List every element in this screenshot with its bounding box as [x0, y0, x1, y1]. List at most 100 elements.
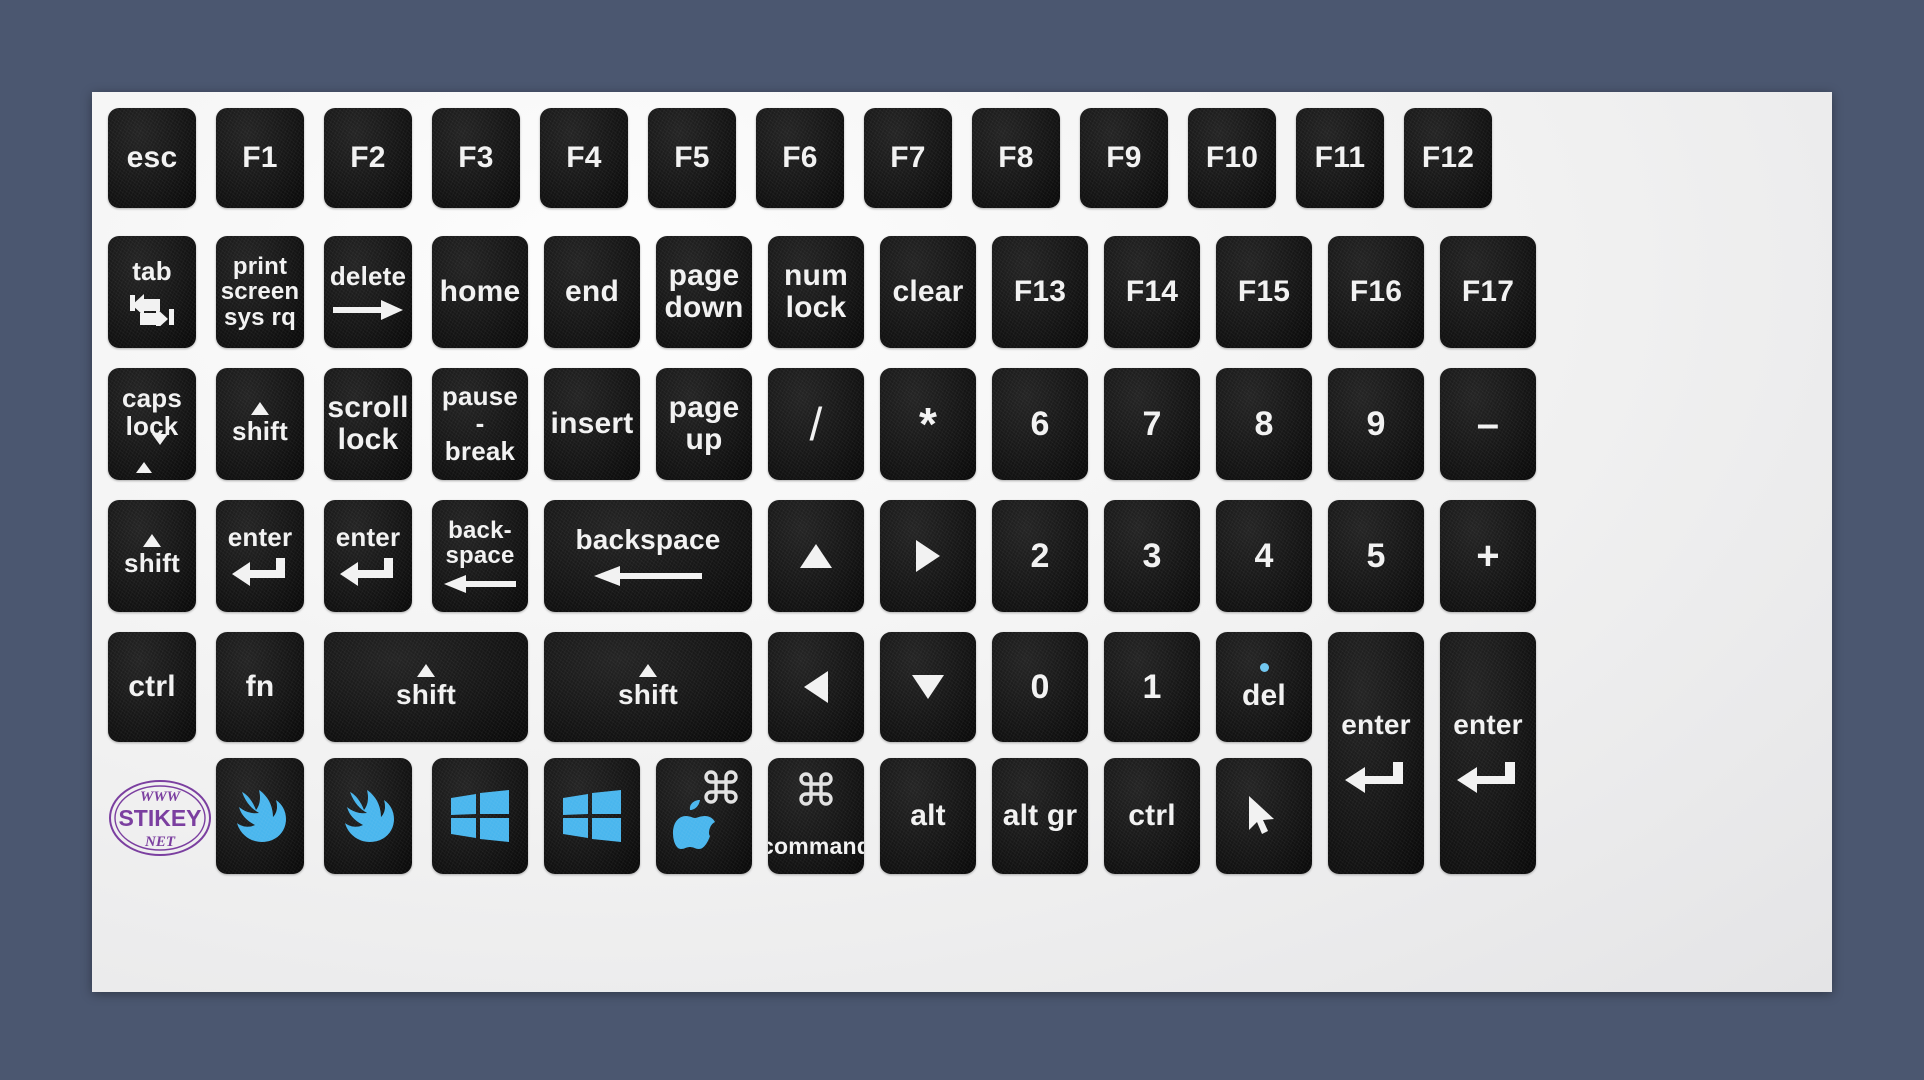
- key-f14[interactable]: F14: [1104, 236, 1200, 348]
- key-apple-command[interactable]: [656, 758, 752, 874]
- key-caps-lock[interactable]: caps lock: [108, 368, 196, 480]
- key-shift-small[interactable]: shift: [216, 368, 304, 480]
- key-enter-tall-1[interactable]: enter: [1328, 632, 1424, 874]
- key-num-4[interactable]: 4: [1216, 500, 1312, 612]
- key-enter-2[interactable]: enter: [324, 500, 412, 612]
- logo-line-1: WWW: [140, 789, 182, 805]
- key-label-2: lock: [337, 423, 399, 456]
- key-ctrl-right[interactable]: ctrl: [1104, 758, 1200, 874]
- key-delete[interactable]: delete: [324, 236, 412, 348]
- key-num-5[interactable]: 5: [1328, 500, 1424, 612]
- key-label: shift: [395, 679, 457, 711]
- key-num-8[interactable]: 8: [1216, 368, 1312, 480]
- key-back-space[interactable]: back- space: [432, 500, 528, 612]
- key-backspace-wide[interactable]: backspace: [544, 500, 752, 612]
- key-num-lock[interactable]: num lock: [768, 236, 864, 348]
- key-label: 7: [1142, 404, 1162, 443]
- key-fn[interactable]: fn: [216, 632, 304, 742]
- key-asterisk[interactable]: *: [880, 368, 976, 480]
- key-f6[interactable]: F6: [756, 108, 844, 208]
- screenshot-root: esc F1 F2 F3 F4 F5 F6 F7 F8 F9 F10 F11 F…: [0, 0, 1924, 1080]
- key-arrow-up[interactable]: [768, 500, 864, 612]
- key-num-0[interactable]: 0: [992, 632, 1088, 742]
- key-plus[interactable]: +: [1440, 500, 1536, 612]
- up-triangle-icon: [639, 664, 657, 678]
- key-bird-1[interactable]: [216, 758, 304, 874]
- key-f3[interactable]: F3: [432, 108, 520, 208]
- key-arrow-left[interactable]: [768, 632, 864, 742]
- up-triangle-icon: [800, 544, 832, 568]
- key-f2[interactable]: F2: [324, 108, 412, 208]
- key-label: enter: [1453, 709, 1523, 741]
- key-label: F5: [674, 141, 710, 175]
- key-label: F14: [1125, 275, 1179, 309]
- key-f13[interactable]: F13: [992, 236, 1088, 348]
- key-f17[interactable]: F17: [1440, 236, 1536, 348]
- key-f10[interactable]: F10: [1188, 108, 1276, 208]
- key-num-6[interactable]: 6: [992, 368, 1088, 480]
- key-home[interactable]: home: [432, 236, 528, 348]
- key-num-9[interactable]: 9: [1328, 368, 1424, 480]
- key-shift-wide-1[interactable]: shift: [324, 632, 528, 742]
- key-insert[interactable]: insert: [544, 368, 640, 480]
- key-bird-2[interactable]: [324, 758, 412, 874]
- key-f5[interactable]: F5: [648, 108, 736, 208]
- key-ctrl-left[interactable]: ctrl: [108, 632, 196, 742]
- key-f12[interactable]: F12: [1404, 108, 1492, 208]
- tab-arrows-icon: [124, 292, 180, 326]
- key-clear[interactable]: clear: [880, 236, 976, 348]
- key-arrow-down[interactable]: [880, 632, 976, 742]
- key-f8[interactable]: F8: [972, 108, 1060, 208]
- key-num-7[interactable]: 7: [1104, 368, 1200, 480]
- logo-svg: WWW STIKEY NET: [109, 780, 211, 856]
- key-label: backspace: [575, 524, 721, 556]
- key-f7[interactable]: F7: [864, 108, 952, 208]
- key-f9[interactable]: F9: [1080, 108, 1168, 208]
- key-num-3[interactable]: 3: [1104, 500, 1200, 612]
- key-alt-gr[interactable]: alt gr: [992, 758, 1088, 874]
- key-label: 1: [1142, 667, 1162, 706]
- key-slash[interactable]: /: [768, 368, 864, 480]
- key-num-2[interactable]: 2: [992, 500, 1088, 612]
- key-tab[interactable]: tab: [108, 236, 196, 348]
- key-arrow-right[interactable]: [880, 500, 976, 612]
- key-f4[interactable]: F4: [540, 108, 628, 208]
- key-esc[interactable]: esc: [108, 108, 196, 208]
- key-label: page: [668, 259, 740, 293]
- key-minus[interactable]: –: [1440, 368, 1536, 480]
- sticker-sheet: esc F1 F2 F3 F4 F5 F6 F7 F8 F9 F10 F11 F…: [92, 92, 1832, 992]
- key-page-down[interactable]: page down: [656, 236, 752, 348]
- key-page-up[interactable]: page up: [656, 368, 752, 480]
- key-label: F9: [1106, 141, 1142, 175]
- key-label: delete: [329, 261, 407, 292]
- key-f1[interactable]: F1: [216, 108, 304, 208]
- key-label: enter: [227, 522, 293, 553]
- key-label: shift: [232, 416, 288, 447]
- key-shift-left[interactable]: shift: [108, 500, 196, 612]
- key-label: /: [809, 397, 823, 450]
- key-scroll-lock[interactable]: scroll lock: [324, 368, 412, 480]
- key-command[interactable]: command: [768, 758, 864, 874]
- key-f15[interactable]: F15: [1216, 236, 1312, 348]
- left-triangle-icon: [804, 671, 828, 703]
- key-pause-break[interactable]: pause - break: [432, 368, 528, 480]
- key-shift-wide-2[interactable]: shift: [544, 632, 752, 742]
- key-label: F13: [1013, 275, 1067, 309]
- key-windows-2[interactable]: [544, 758, 640, 874]
- key-alt[interactable]: alt: [880, 758, 976, 874]
- key-cursor[interactable]: [1216, 758, 1312, 874]
- key-print-screen[interactable]: print screen sys rq: [216, 236, 304, 348]
- key-f16[interactable]: F16: [1328, 236, 1424, 348]
- key-end[interactable]: end: [544, 236, 640, 348]
- key-label: F11: [1314, 141, 1366, 175]
- key-label: shift: [617, 679, 679, 711]
- key-label-2: down: [664, 291, 744, 324]
- key-label-2: screen: [220, 278, 300, 306]
- key-windows-1[interactable]: [432, 758, 528, 874]
- key-enter-1[interactable]: enter: [216, 500, 304, 612]
- key-del[interactable]: del: [1216, 632, 1312, 742]
- stikey-net-logo: WWW STIKEY NET: [108, 766, 212, 870]
- key-enter-tall-2[interactable]: enter: [1440, 632, 1536, 874]
- key-f11[interactable]: F11: [1296, 108, 1384, 208]
- key-num-1[interactable]: 1: [1104, 632, 1200, 742]
